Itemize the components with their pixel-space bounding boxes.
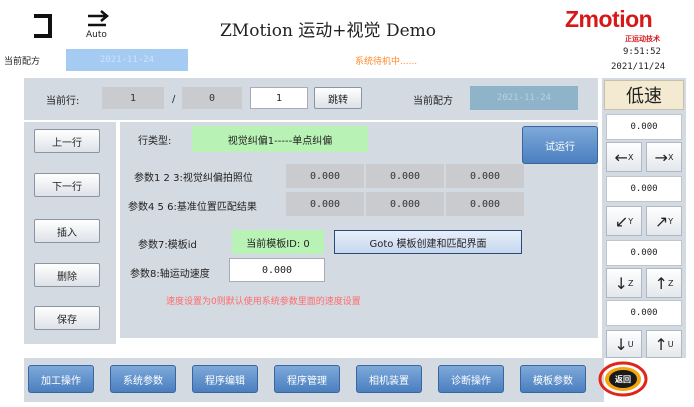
right-arrow-icon: → (654, 147, 668, 167)
y-axis-tag: Y (628, 216, 634, 226)
y-axis-tag: Y (668, 216, 674, 226)
goto-template-button[interactable]: Goto 模板创建和匹配界面 (334, 230, 522, 254)
prev-row-button[interactable]: 上一行 (34, 129, 100, 153)
test-run-button[interactable]: 试运行 (522, 126, 598, 164)
x-axis-position: 0.000 (606, 114, 682, 140)
param-1-value[interactable]: 0.000 (286, 164, 364, 188)
nav-template-params[interactable]: 模板参数 (520, 365, 586, 393)
nav-system-params[interactable]: 系统参数 (110, 365, 176, 393)
x-axis-tag: X (667, 152, 674, 162)
insert-button[interactable]: 插入 (34, 219, 100, 243)
exit-icon[interactable] (32, 14, 62, 38)
param-8-label: 参数8:轴运动速度 (130, 268, 210, 280)
save-button[interactable]: 保存 (34, 306, 100, 330)
auto-mode-icon[interactable] (86, 10, 116, 32)
jump-row-input[interactable]: 1 (250, 87, 308, 109)
param-6-value[interactable]: 0.000 (446, 192, 524, 216)
row-bar-recipe-value: 2021-11-24 (470, 86, 578, 110)
z-axis-tag: Z (667, 278, 674, 288)
axis-speed-input[interactable]: 0.000 (229, 258, 325, 282)
u-axis-position: 0.000 (606, 300, 682, 326)
template-id-value: 当前模板ID: 0 (232, 230, 324, 254)
down-arrow-icon: ↓ (614, 273, 628, 293)
u-axis-tag: U (667, 339, 674, 349)
brand-name: Zmotion (565, 6, 653, 32)
x-plus-button[interactable]: → X (646, 142, 682, 172)
status-text: 系统待机中...... (355, 57, 418, 67)
y-axis-position: 0.000 (606, 176, 682, 202)
down-arrow-icon: ↓ (614, 334, 628, 354)
y-minus-button[interactable]: ↙ Y (606, 206, 642, 236)
param-5-value[interactable]: 0.000 (366, 192, 444, 216)
z-plus-button[interactable]: ↑ Z (646, 268, 682, 298)
next-row-button[interactable]: 下一行 (34, 173, 100, 197)
page-title: ZMotion 运动+视觉 Demo (220, 21, 437, 41)
params-456-label: 参数4 5 6:基准位置匹配结果 (128, 201, 257, 213)
param-2-value[interactable]: 0.000 (366, 164, 444, 188)
delete-button[interactable]: 删除 (34, 263, 100, 287)
recipe-value: 2021-11-24 (66, 49, 188, 71)
row-type-label: 行类型: (138, 135, 172, 147)
u-axis-tag: U (627, 339, 634, 349)
brand-logo: Zmotion 正运动技术 (565, 6, 687, 46)
left-arrow-icon: ← (614, 147, 628, 167)
speed-mode-toggle[interactable]: 低速 (604, 80, 684, 110)
total-rows-value: 0 (182, 87, 242, 109)
down-left-arrow-icon: ↙ (614, 211, 629, 231)
params-123-label: 参数1 2 3:视觉纠偏拍照位 (134, 172, 253, 184)
u-plus-button[interactable]: ↑ U (646, 330, 682, 358)
row-bar-recipe-label: 当前配方 (413, 95, 453, 107)
param-3-value[interactable]: 0.000 (446, 164, 524, 188)
nav-program-manage[interactable]: 程序管理 (274, 365, 340, 393)
jump-button[interactable]: 跳转 (314, 87, 362, 109)
auto-label: Auto (86, 30, 107, 40)
z-minus-button[interactable]: ↓ Z (606, 268, 642, 298)
x-minus-button[interactable]: ← X (606, 142, 642, 172)
param-4-value[interactable]: 0.000 (286, 192, 364, 216)
z-axis-tag: Z (627, 278, 634, 288)
nav-program-edit[interactable]: 程序编辑 (192, 365, 258, 393)
up-arrow-icon: ↑ (654, 334, 668, 354)
recipe-label: 当前配方 (4, 56, 41, 67)
clock-date: 2021/11/24 (611, 62, 666, 72)
y-plus-button[interactable]: ↗ Y (646, 206, 682, 236)
brand-subtitle: 正运动技术 (625, 35, 660, 43)
param-7-label: 参数7:模板id (138, 239, 197, 251)
up-arrow-icon: ↑ (654, 273, 668, 293)
row-type-value[interactable]: 视觉纠偏1-----单点纠偏 (192, 126, 368, 152)
nav-camera-device[interactable]: 相机装置 (356, 365, 422, 393)
back-button[interactable]: 返回 (598, 360, 648, 398)
x-axis-tag: X (627, 152, 634, 162)
z-axis-position: 0.000 (606, 240, 682, 266)
speed-note: 速度设置为0则默认使用系统参数里面的速度设置 (166, 297, 361, 307)
up-right-arrow-icon: ↗ (654, 211, 669, 231)
clock-time: 9:51:52 (623, 47, 661, 57)
current-row-label: 当前行: (46, 95, 80, 107)
back-label: 返回 (615, 374, 631, 384)
u-minus-button[interactable]: ↓ U (606, 330, 642, 358)
nav-process-operation[interactable]: 加工操作 (28, 365, 94, 393)
nav-diagnostics[interactable]: 诊断操作 (438, 365, 504, 393)
current-row-value: 1 (102, 87, 164, 109)
row-separator: / (172, 93, 176, 105)
